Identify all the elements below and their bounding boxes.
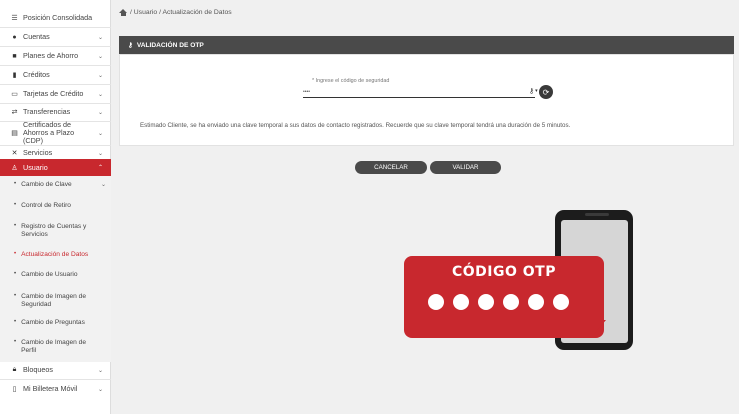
breadcrumb: / Usuario / Actualización de Datos — [119, 9, 232, 16]
otp-input[interactable] — [303, 87, 535, 98]
phone-notch — [585, 213, 609, 216]
home-icon[interactable] — [119, 9, 127, 16]
submenu-item-actualizacion-de-datos[interactable]: • Actualización de Datos — [0, 251, 111, 263]
chevron-down-icon: ⌄ — [97, 34, 103, 41]
submenu-item-control-de-retiro[interactable]: • Control de Retiro — [0, 202, 111, 214]
chevron-down-icon: ⌄ — [97, 386, 103, 393]
certificate-icon: ▤ — [11, 130, 18, 137]
refresh-otp-button[interactable]: ⟳ — [539, 85, 553, 99]
sidebar-item-usuario[interactable]: ♙ Usuario ⌃ — [0, 159, 111, 176]
chevron-down-icon[interactable]: ▾ — [535, 88, 538, 94]
sidebar-item-bloqueos[interactable]: 🔒︎ Bloqueos ⌄ — [0, 363, 111, 377]
sidebar-item-cuentas[interactable]: ● Cuentas ⌄ — [0, 30, 111, 44]
otp-dot — [553, 294, 569, 310]
tools-icon: ✕ — [11, 150, 18, 157]
sidebar-item-posicion-consolidada[interactable]: ☰ Posición Consolidada — [0, 11, 111, 25]
chevron-down-icon: ⌄ — [97, 367, 103, 374]
submenu-item-cambio-de-imagen-de-seguridad[interactable]: • Cambio de Imagen de Seguridad — [0, 293, 111, 311]
submenu-item-cambio-de-usuario[interactable]: • Cambio de Usuario — [0, 271, 111, 283]
chevron-down-icon: ⌄ — [97, 130, 103, 137]
chevron-down-icon: ⌄ — [97, 109, 103, 116]
circle-icon: ● — [12, 33, 17, 41]
refresh-icon: ⟳ — [542, 87, 550, 97]
sidebar-item-servicios[interactable]: ✕ Servicios ⌄ — [0, 146, 111, 160]
submenu-item-cambio-de-clave[interactable]: • Cambio de Clave ⌄ — [0, 181, 111, 193]
otp-dot — [428, 294, 444, 310]
otp-input-actions: ⚷ ▾ — [529, 87, 538, 95]
key-icon[interactable]: ⚷ — [529, 87, 534, 95]
piggy-bank-icon: ■ — [12, 52, 17, 60]
sidebar-item-tarjetas-de-credito[interactable]: ▭ Tarjetas de Crédito ⌄ — [0, 87, 111, 101]
chevron-down-icon: ⌄ — [97, 150, 103, 157]
building-icon: ▮ — [12, 72, 17, 79]
user-icon: ♙ — [11, 164, 18, 172]
chevron-down-icon: ⌄ — [97, 72, 103, 79]
submenu-item-registro-de-cuentas[interactable]: • Registro de Cuentas y Servicios — [0, 223, 111, 241]
otp-dots — [428, 294, 569, 310]
otp-bubble-tail — [594, 320, 606, 334]
list-icon: ☰ — [11, 15, 18, 22]
chevron-up-icon: ⌃ — [97, 165, 103, 171]
sidebar: ☰ Posición Consolidada ● Cuentas ⌄ ■ Pla… — [0, 0, 111, 414]
card-icon: ▭ — [11, 91, 18, 98]
submenu-item-cambio-de-imagen-de-perfil[interactable]: • Cambio de Imagen de Perfil — [0, 339, 111, 357]
submenu-item-cambio-de-preguntas[interactable]: • Cambio de Preguntas — [0, 319, 111, 331]
otp-bubble-title: CÓDIGO OTP — [452, 264, 556, 280]
sidebar-item-creditos[interactable]: ▮ Créditos ⌄ — [0, 68, 111, 82]
lock-icon: 🔒︎ — [12, 366, 17, 373]
sidebar-item-mi-billetera-movil[interactable]: ▯ Mi Billetera Móvil ⌄ — [0, 382, 111, 396]
chevron-down-icon: ⌄ — [100, 182, 106, 188]
phone-icon: ▯ — [12, 386, 17, 393]
sidebar-item-certificados[interactable]: ▤ Certificados de Ahorros a Plazo (CDP) … — [0, 121, 111, 145]
cancel-button[interactable]: CANCELAR — [355, 161, 427, 174]
otp-dot — [478, 294, 494, 310]
info-message: Estimado Cliente, se ha enviado una clav… — [140, 122, 571, 129]
chevron-down-icon: ⌄ — [97, 91, 103, 98]
otp-dot — [453, 294, 469, 310]
key-icon: ⚷ — [128, 42, 133, 49]
sidebar-item-transferencias[interactable]: ⇄ Transferencias ⌄ — [0, 105, 111, 119]
panel-body — [119, 54, 734, 146]
transfer-icon: ⇄ — [11, 109, 18, 116]
otp-dot — [528, 294, 544, 310]
sidebar-item-planes-de-ahorro[interactable]: ■ Planes de Ahorro ⌄ — [0, 49, 111, 63]
validate-button[interactable]: VALIDAR — [430, 161, 501, 174]
otp-dot — [503, 294, 519, 310]
chevron-down-icon: ⌄ — [97, 53, 103, 60]
otp-label: * Ingrese el código de seguridad — [312, 78, 390, 84]
panel-header: ⚷ VALIDACIÓN DE OTP — [119, 36, 734, 54]
